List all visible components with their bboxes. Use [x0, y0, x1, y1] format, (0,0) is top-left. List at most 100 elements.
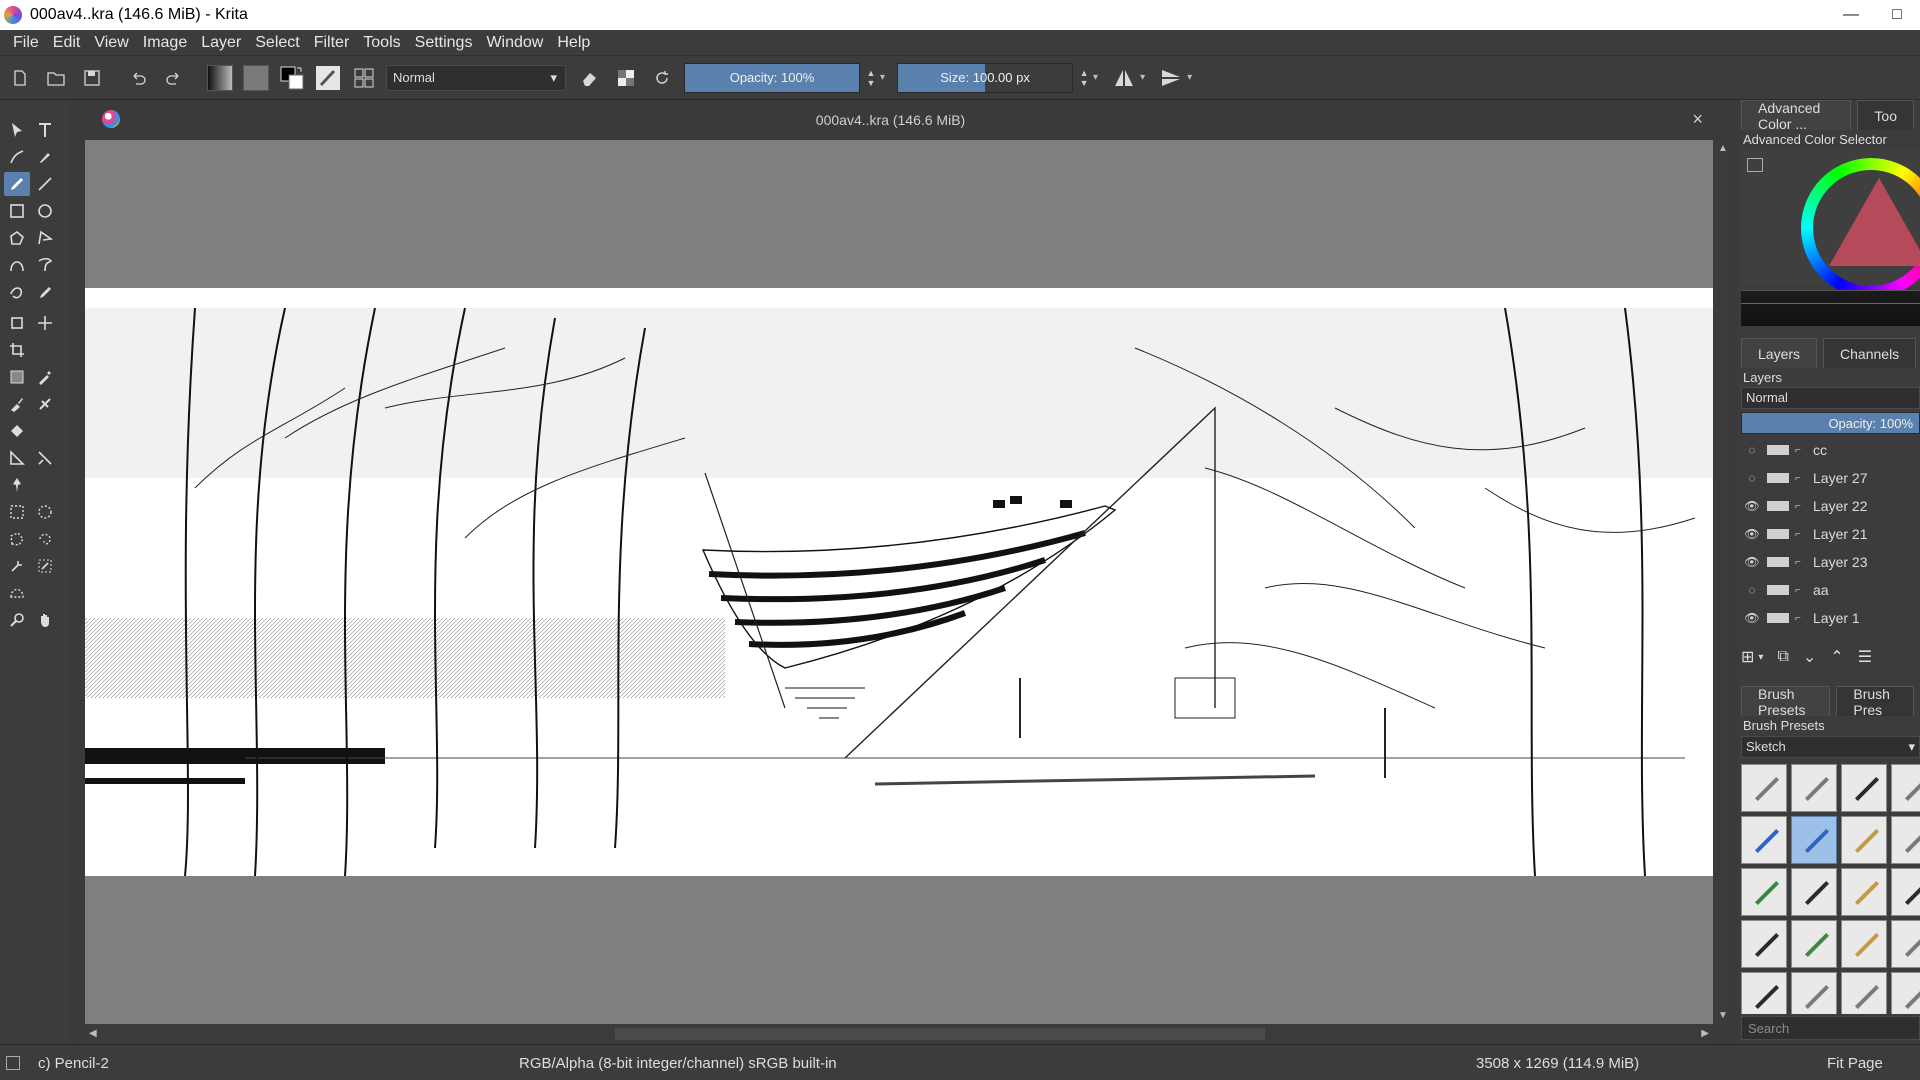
- text-tool-icon[interactable]: [32, 118, 58, 142]
- color-shade-selector[interactable]: [1741, 290, 1920, 326]
- layer-row[interactable]: 👁 ⌐ Layer 1: [1741, 604, 1920, 632]
- fill-tool-icon[interactable]: [4, 419, 30, 443]
- tab-brush-presets-history[interactable]: Brush Pres: [1836, 686, 1914, 718]
- move-layer-up-icon[interactable]: ⌃: [1830, 647, 1843, 667]
- colorize-mask-tool-icon[interactable]: [4, 392, 30, 416]
- rectangle-tool-icon[interactable]: [4, 199, 30, 223]
- scroll-right-icon[interactable]: ▶: [1701, 1028, 1709, 1039]
- inherit-alpha-icon[interactable]: ⌐: [1795, 557, 1807, 568]
- brush-preset-tile[interactable]: [1741, 816, 1787, 864]
- scroll-down-icon[interactable]: ▼: [1718, 1010, 1728, 1021]
- tab-brush-presets[interactable]: Brush Presets: [1741, 686, 1831, 718]
- mirror-horizontal-icon[interactable]: [1110, 64, 1138, 92]
- open-document-icon[interactable]: [42, 64, 70, 92]
- polygon-tool-icon[interactable]: [4, 226, 30, 250]
- brush-preset-tile[interactable]: [1891, 920, 1920, 968]
- pattern-selector[interactable]: [242, 64, 270, 92]
- reference-images-tool-icon[interactable]: [4, 473, 30, 497]
- minimize-button[interactable]: —: [1828, 0, 1874, 30]
- move-layer-down-icon[interactable]: ⌄: [1803, 647, 1816, 667]
- size-slider[interactable]: Size: 100.00 px: [897, 62, 1074, 93]
- contiguous-selection-tool-icon[interactable]: [4, 554, 30, 578]
- brush-preset-tile[interactable]: [1891, 764, 1920, 812]
- visibility-eye-icon[interactable]: 👁: [1741, 527, 1763, 541]
- similar-selection-tool-icon[interactable]: [32, 554, 58, 578]
- menu-tools[interactable]: Tools: [356, 34, 407, 52]
- menu-filter[interactable]: Filter: [307, 34, 357, 52]
- color-selector-settings-icon[interactable]: [1747, 158, 1763, 172]
- menu-help[interactable]: Help: [550, 34, 597, 52]
- brush-search-input[interactable]: Search: [1741, 1016, 1920, 1040]
- menu-image[interactable]: Image: [136, 34, 194, 52]
- bezier-curve-tool-icon[interactable]: [4, 253, 30, 277]
- brush-preset-tile[interactable]: [1741, 868, 1787, 916]
- layer-row[interactable]: 👁 ⌐ Layer 23: [1741, 548, 1920, 576]
- brush-preset-tile[interactable]: [1891, 972, 1920, 1014]
- transform-tool-icon[interactable]: [4, 311, 30, 335]
- tab-tool-options[interactable]: Too: [1857, 100, 1914, 130]
- brush-preset-tile[interactable]: [1791, 972, 1837, 1014]
- preserve-alpha-icon[interactable]: [612, 64, 640, 92]
- move-tool-icon[interactable]: [32, 311, 58, 335]
- mirror-vertical-dropdown-icon[interactable]: ▾: [1187, 72, 1192, 83]
- layer-row[interactable]: ◌ ⌐ cc: [1741, 436, 1920, 464]
- workspace-icon[interactable]: [350, 64, 378, 92]
- opacity-slider[interactable]: Opacity: 100%: [684, 62, 860, 93]
- horizontal-scrollbar-thumb[interactable]: [615, 1028, 1265, 1040]
- visibility-eye-icon[interactable]: 👁: [1741, 555, 1763, 569]
- visibility-eye-icon[interactable]: 👁: [1741, 499, 1763, 513]
- edit-shapes-tool-icon[interactable]: [4, 145, 30, 169]
- polygonal-selection-tool-icon[interactable]: [4, 527, 30, 551]
- layer-row[interactable]: 👁 ⌐ Layer 21: [1741, 520, 1920, 548]
- brush-preset-tile-selected[interactable]: [1791, 816, 1837, 864]
- smart-patch-tool-icon[interactable]: [32, 392, 58, 416]
- zoom-tool-icon[interactable]: [4, 608, 30, 632]
- inherit-alpha-icon[interactable]: ⌐: [1795, 473, 1807, 484]
- brush-preset-tile[interactable]: [1841, 764, 1887, 812]
- status-zoom[interactable]: Fit Page: [1827, 1055, 1883, 1072]
- pan-tool-icon[interactable]: [32, 608, 58, 632]
- scroll-up-icon[interactable]: ▲: [1718, 143, 1728, 154]
- freehand-brush-tool-icon[interactable]: [4, 172, 30, 196]
- size-spin-icon[interactable]: ▲ ▼: [1077, 63, 1091, 93]
- inherit-alpha-icon[interactable]: ⌐: [1795, 501, 1807, 512]
- measure-tool-icon[interactable]: [32, 446, 58, 470]
- ellipse-tool-icon[interactable]: [32, 199, 58, 223]
- layer-blend-mode-select[interactable]: Normal: [1741, 387, 1920, 409]
- inherit-alpha-icon[interactable]: ⌐: [1795, 445, 1807, 456]
- new-document-icon[interactable]: [6, 64, 34, 92]
- brush-preset-tile[interactable]: [1841, 920, 1887, 968]
- redo-icon[interactable]: [160, 64, 188, 92]
- brush-preset-tile[interactable]: [1841, 816, 1887, 864]
- menu-settings[interactable]: Settings: [408, 34, 480, 52]
- gradient-selector[interactable]: [206, 64, 234, 92]
- brush-tag-select[interactable]: Sketch ▾: [1741, 736, 1920, 758]
- undo-icon[interactable]: [124, 64, 152, 92]
- advanced-color-selector[interactable]: [1741, 150, 1920, 298]
- mirror-vertical-icon[interactable]: [1157, 64, 1185, 92]
- menu-view[interactable]: View: [87, 34, 135, 52]
- menu-layer[interactable]: Layer: [194, 34, 248, 52]
- freehand-selection-tool-icon[interactable]: [32, 527, 58, 551]
- menu-select[interactable]: Select: [248, 34, 306, 52]
- document-tab[interactable]: 000av4..kra (146.6 MiB) ×: [68, 100, 1713, 140]
- reload-preset-icon[interactable]: [648, 64, 676, 92]
- tab-layers[interactable]: Layers: [1741, 338, 1818, 368]
- brush-preset-icon[interactable]: [314, 64, 342, 92]
- maximize-button[interactable]: □: [1874, 0, 1920, 30]
- crop-tool-icon[interactable]: [4, 338, 30, 362]
- hue-ring[interactable]: [1801, 158, 1920, 298]
- brush-preset-tile[interactable]: [1891, 868, 1920, 916]
- eraser-mode-icon[interactable]: [576, 64, 604, 92]
- layer-row[interactable]: 👁 ⌐ Layer 22: [1741, 492, 1920, 520]
- multibrush-tool-icon[interactable]: [32, 280, 58, 304]
- inherit-alpha-icon[interactable]: ⌐: [1795, 585, 1807, 596]
- canvas-viewport[interactable]: [85, 140, 1713, 1024]
- brush-preset-tile[interactable]: [1891, 816, 1920, 864]
- opacity-spin-icon[interactable]: ▲ ▼: [864, 63, 878, 93]
- layer-row[interactable]: ◌ ⌐ aa: [1741, 576, 1920, 604]
- layer-properties-icon[interactable]: ☰: [1858, 647, 1872, 667]
- assistant-tool-icon[interactable]: [4, 446, 30, 470]
- brush-preset-tile[interactable]: [1741, 920, 1787, 968]
- duplicate-layer-icon[interactable]: ⧉: [1777, 648, 1788, 666]
